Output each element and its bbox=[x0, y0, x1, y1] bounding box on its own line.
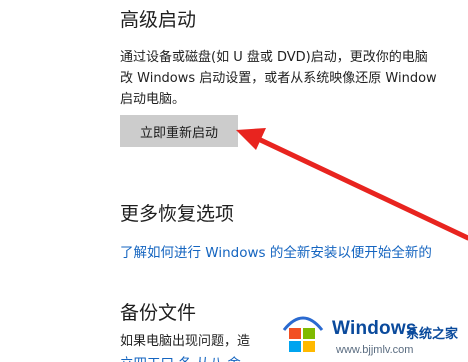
windows-logo-icon bbox=[282, 316, 324, 352]
watermark-overlay: Windows 系统之家 www.bjjmlv.com bbox=[270, 304, 468, 362]
watermark-subtitle: 系统之家 bbox=[406, 327, 459, 342]
watermark-url: www.bjjmlv.com bbox=[336, 344, 414, 356]
watermark-brand: Windows bbox=[332, 318, 417, 339]
settings-page: 高级启动 通过设备或磁盘(如 U 盘或 DVD)启动，更改你的电脑 改 Wind… bbox=[0, 0, 468, 362]
